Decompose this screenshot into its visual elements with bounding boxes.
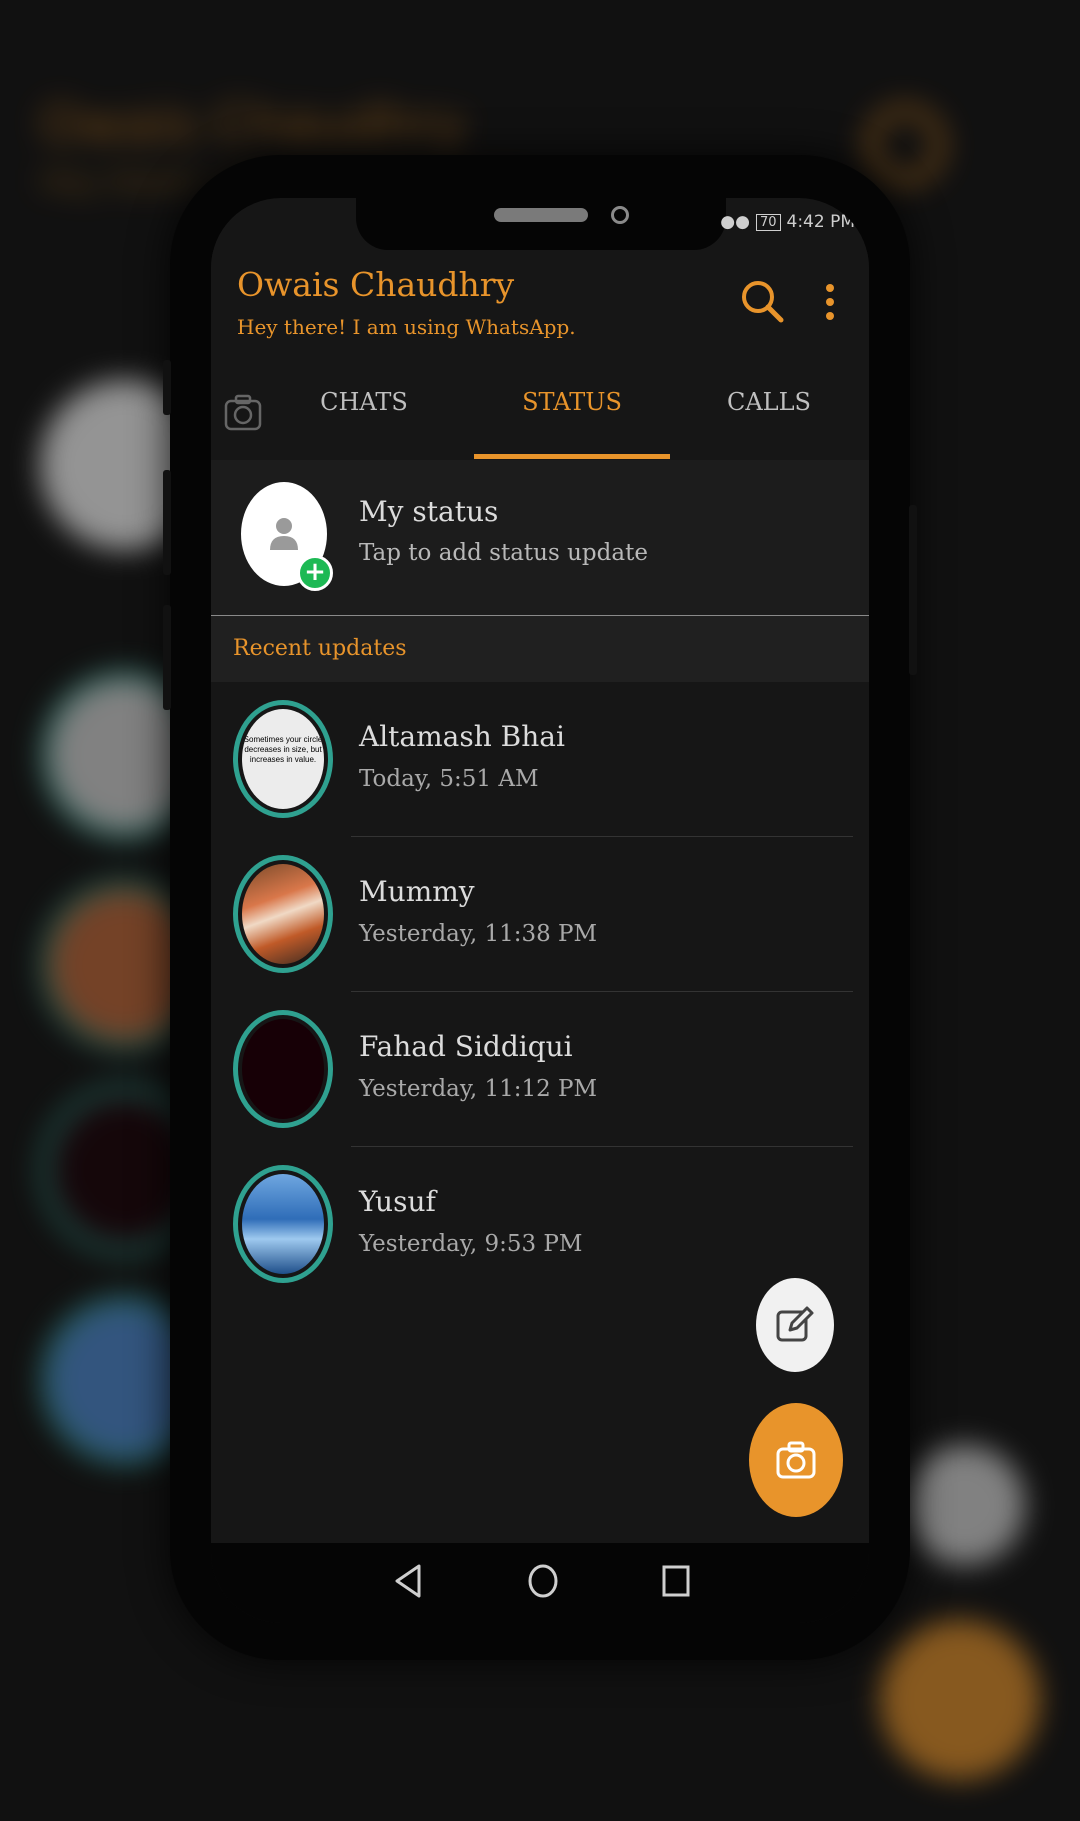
status-time: Yesterday, 11:12 PM — [359, 1076, 598, 1102]
tab-indicator — [474, 454, 670, 459]
my-status-hint: Tap to add status update — [359, 540, 648, 566]
front-camera — [611, 206, 629, 224]
navigation-bar — [211, 1543, 869, 1623]
status-list: Sometimes your circle decreases in size,… — [211, 682, 869, 1302]
list-item[interactable]: Mummy Yesterday, 11:38 PM — [211, 837, 869, 992]
back-icon[interactable] — [393, 1563, 423, 1599]
battery-level: 70 — [755, 213, 781, 231]
bg-fab — [880, 1620, 1040, 1780]
tab-calls[interactable]: CALLS — [671, 388, 867, 416]
list-item[interactable]: Sometimes your circle decreases in size,… — [211, 682, 869, 837]
camera-status-button[interactable] — [749, 1403, 843, 1517]
my-status-title: My status — [359, 495, 499, 528]
camera-icon — [776, 1441, 816, 1479]
tab-status[interactable]: STATUS — [474, 388, 670, 416]
signal-icon: ●● — [720, 212, 750, 232]
status-time: Today, 5:51 AM — [359, 766, 539, 792]
person-icon — [270, 518, 298, 550]
phone-screen: ●● 70 4:42 PM Owais Chaudhry Hey there! … — [211, 198, 869, 1623]
bg-title: Owais Chaudhry — [40, 95, 466, 155]
thumbnail-text: Sometimes your circle decreases in size,… — [243, 735, 323, 764]
recents-icon[interactable] — [661, 1563, 691, 1599]
phone-button — [163, 470, 171, 575]
more-vert-icon[interactable] — [823, 280, 837, 324]
status-thumbnail — [242, 864, 324, 964]
status-ring: Sometimes your circle decreases in size,… — [233, 700, 333, 818]
pencil-icon — [776, 1306, 814, 1342]
phone-button — [909, 505, 917, 675]
status-thumbnail — [242, 1174, 324, 1274]
plus-icon: + — [297, 555, 333, 591]
contact-name: Yusuf — [359, 1185, 436, 1218]
contact-name: Fahad Siddiqui — [359, 1030, 573, 1063]
status-thumbnail — [242, 1019, 324, 1119]
camera-icon[interactable] — [223, 393, 263, 433]
notch — [356, 198, 726, 250]
clock: 4:42 PM — [786, 212, 856, 232]
home-icon[interactable] — [527, 1563, 559, 1599]
status-ring — [233, 1165, 333, 1283]
app-subtitle: Hey there! I am using WhatsApp. — [237, 315, 576, 339]
app-bar: Owais Chaudhry Hey there! I am using Wha… — [211, 250, 869, 350]
search-icon[interactable] — [739, 278, 785, 324]
speaker — [494, 208, 588, 222]
status-time: Yesterday, 9:53 PM — [359, 1231, 583, 1257]
list-item[interactable]: Fahad Siddiqui Yesterday, 11:12 PM — [211, 992, 869, 1147]
status-thumbnail: Sometimes your circle decreases in size,… — [242, 709, 324, 809]
status-bar: ●● 70 4:42 PM — [720, 212, 855, 232]
list-item[interactable]: Yusuf Yesterday, 9:53 PM — [211, 1147, 869, 1302]
status-ring — [233, 855, 333, 973]
contact-name: Mummy — [359, 875, 475, 908]
tab-bar: CHATS STATUS CALLS — [211, 350, 869, 460]
my-status-row[interactable]: + My status Tap to add status update — [211, 460, 869, 616]
tab-chats[interactable]: CHATS — [266, 388, 462, 416]
phone-button — [163, 605, 171, 710]
contact-name: Altamash Bhai — [359, 720, 565, 753]
text-status-button[interactable] — [756, 1278, 834, 1372]
status-ring — [233, 1010, 333, 1128]
status-time: Yesterday, 11:38 PM — [359, 921, 598, 947]
app-title: Owais Chaudhry — [237, 265, 515, 304]
bg-search-icon — [865, 105, 945, 185]
phone-button — [163, 360, 171, 415]
recent-updates-header: Recent updates — [211, 616, 869, 682]
bg-fab — [905, 1445, 1025, 1565]
recent-updates-label: Recent updates — [233, 636, 407, 661]
